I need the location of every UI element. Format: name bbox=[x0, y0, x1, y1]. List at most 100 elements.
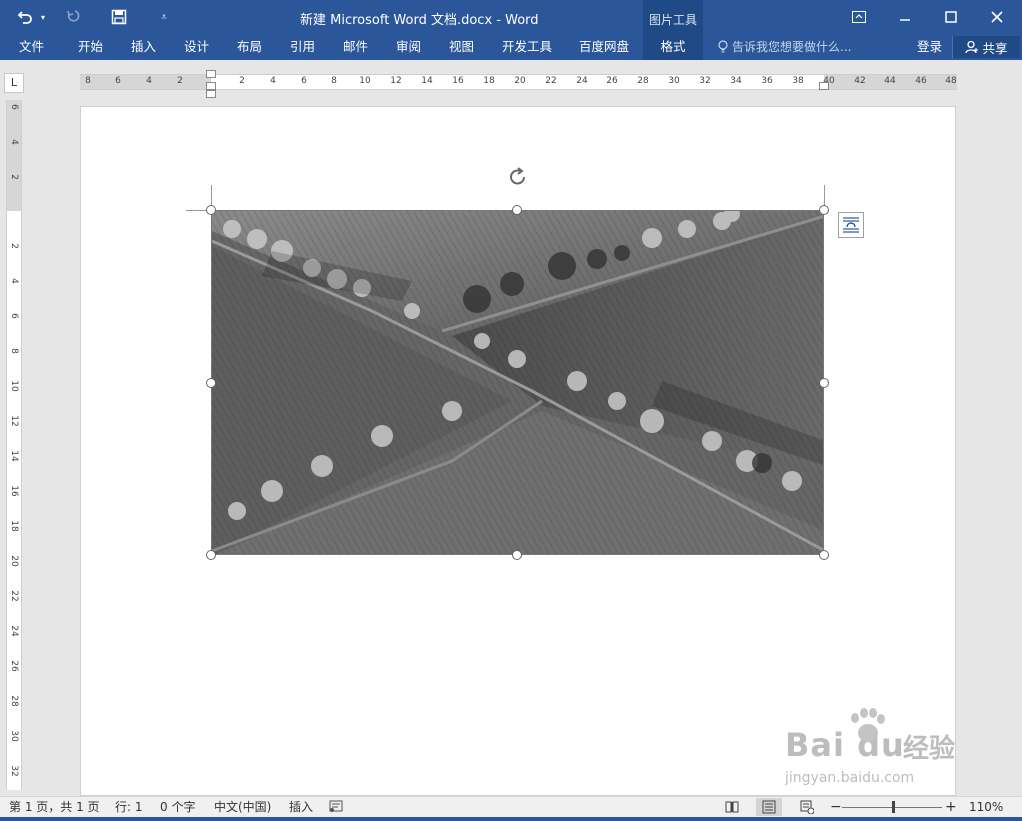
watermark-url: jingyan.baidu.com bbox=[785, 770, 915, 786]
maximize-button[interactable] bbox=[928, 0, 974, 34]
web-layout-icon bbox=[800, 800, 814, 814]
insert-mode-indicator[interactable]: 插入 bbox=[289, 799, 313, 816]
minimize-icon bbox=[900, 19, 910, 21]
share-button[interactable]: 共享 bbox=[952, 36, 1020, 58]
resize-handle-bottom-left[interactable] bbox=[206, 550, 216, 560]
status-bar: 第 1 页，共 1 页 行: 1 0 个字 中文(中国) 插入 − + 110% bbox=[0, 796, 1022, 817]
ruler-number: 14 bbox=[9, 450, 19, 462]
ruler-number: 30 bbox=[668, 76, 680, 86]
tab-format[interactable]: 格式 bbox=[643, 34, 703, 60]
tell-me-placeholder: 告诉我您想要做什么... bbox=[732, 40, 852, 54]
ruler-number: 12 bbox=[390, 76, 402, 86]
watermark-brand: 经验 bbox=[903, 734, 956, 764]
ruler-number: 8 bbox=[331, 76, 337, 86]
first-line-indent-marker[interactable] bbox=[206, 70, 216, 78]
tab-baidu-netdisk[interactable]: 百度网盘 bbox=[579, 34, 629, 60]
window-title: 新建 Microsoft Word 文档.docx - Word bbox=[300, 13, 539, 28]
resize-handle-right[interactable] bbox=[819, 378, 829, 388]
zoom-slider-thumb[interactable] bbox=[892, 801, 895, 813]
ruler-number: 6 bbox=[115, 76, 121, 86]
left-indent-marker[interactable] bbox=[206, 90, 216, 98]
tab-references[interactable]: 引用 bbox=[290, 34, 315, 60]
inserted-picture[interactable] bbox=[211, 210, 824, 555]
tab-insert[interactable]: 插入 bbox=[131, 34, 156, 60]
resize-handle-bottom-right[interactable] bbox=[819, 550, 829, 560]
ruler-number: 24 bbox=[576, 76, 588, 86]
ribbon-tabs: 文件 开始 插入 设计 布局 引用 邮件 审阅 视图 开发工具 百度网盘 格式 … bbox=[0, 34, 1022, 60]
tab-stop-selector[interactable]: L bbox=[4, 73, 24, 93]
ruler-number: 28 bbox=[637, 76, 649, 86]
ruler-number: 22 bbox=[545, 76, 557, 86]
tab-home[interactable]: 开始 bbox=[78, 34, 103, 60]
tell-me-search[interactable]: 告诉我您想要做什么... bbox=[718, 34, 851, 60]
rotate-handle[interactable] bbox=[506, 166, 530, 188]
ruler-number: 4 bbox=[9, 139, 19, 145]
word-count[interactable]: 0 个字 bbox=[160, 799, 195, 816]
ruler-number: 48 bbox=[945, 76, 957, 86]
ruler-number: 32 bbox=[9, 765, 19, 777]
ruler-number: 2 bbox=[9, 243, 19, 249]
undo-button[interactable] bbox=[14, 6, 36, 28]
save-button[interactable] bbox=[108, 6, 130, 28]
tab-layout[interactable]: 布局 bbox=[237, 34, 262, 60]
book-icon bbox=[725, 801, 739, 813]
zoom-in-button[interactable]: + bbox=[945, 799, 957, 816]
resize-handle-top[interactable] bbox=[512, 205, 522, 215]
macro-icon bbox=[329, 800, 343, 812]
ruler-number: 4 bbox=[146, 76, 152, 86]
resize-handle-left[interactable] bbox=[206, 378, 216, 388]
read-mode-button[interactable] bbox=[719, 798, 745, 816]
tab-design[interactable]: 设计 bbox=[184, 34, 209, 60]
ruler-number: 46 bbox=[915, 76, 927, 86]
ruler-number: 2 bbox=[9, 174, 19, 180]
web-layout-button[interactable] bbox=[794, 798, 820, 816]
ruler-number: 20 bbox=[9, 555, 19, 567]
ruler-number: 6 bbox=[9, 313, 19, 319]
ruler-number: 10 bbox=[359, 76, 371, 86]
redo-button[interactable] bbox=[62, 6, 84, 28]
title-bar: ▾ ⩡ 新建 Microsoft Word 文档.docx - Word 图片工… bbox=[0, 0, 1022, 34]
resize-handle-bottom[interactable] bbox=[512, 550, 522, 560]
lightbulb-icon bbox=[718, 40, 728, 53]
resize-handle-top-left[interactable] bbox=[206, 205, 216, 215]
close-icon bbox=[991, 11, 1003, 23]
customize-dropdown-icon: ⩡ bbox=[161, 11, 167, 23]
baidu-jingyan-watermark: Bai du 经验 jingyan.baidu.com bbox=[785, 708, 985, 794]
tab-mailings[interactable]: 邮件 bbox=[343, 34, 368, 60]
ruler-number: 32 bbox=[699, 76, 711, 86]
ribbon-display-options-button[interactable] bbox=[836, 0, 882, 34]
layout-options-button[interactable] bbox=[838, 212, 864, 238]
close-button[interactable] bbox=[974, 0, 1020, 34]
customize-qat-button[interactable]: ⩡ bbox=[156, 6, 172, 28]
window-bottom-border bbox=[0, 817, 1022, 821]
page-count[interactable]: 第 1 页，共 1 页 bbox=[9, 799, 100, 816]
tab-view[interactable]: 视图 bbox=[449, 34, 474, 60]
tab-file[interactable]: 文件 bbox=[19, 34, 44, 60]
vertical-ruler[interactable]: 6 4 2 2 4 6 8 10 12 14 16 18 20 22 24 26… bbox=[6, 100, 22, 790]
language-indicator[interactable]: 中文(中国) bbox=[214, 799, 271, 816]
tab-review[interactable]: 审阅 bbox=[396, 34, 421, 60]
right-indent-marker[interactable] bbox=[819, 82, 829, 90]
save-icon bbox=[111, 9, 127, 25]
aerial-fields-photo bbox=[212, 211, 823, 554]
undo-dropdown-button[interactable]: ▾ bbox=[38, 6, 48, 28]
minimize-button[interactable] bbox=[882, 0, 928, 34]
resize-handle-top-right[interactable] bbox=[819, 205, 829, 215]
tab-developer[interactable]: 开发工具 bbox=[502, 34, 552, 60]
zoom-out-button[interactable]: − bbox=[830, 799, 842, 816]
person-icon bbox=[965, 40, 979, 54]
hanging-indent-marker[interactable] bbox=[206, 82, 216, 90]
login-link[interactable]: 登录 bbox=[917, 34, 942, 60]
ruler-number: 14 bbox=[421, 76, 433, 86]
zoom-level[interactable]: 110% bbox=[969, 799, 1003, 816]
picture-tools-context-label: 图片工具 bbox=[643, 0, 703, 34]
share-label: 共享 bbox=[982, 40, 1008, 56]
ruler-number: 26 bbox=[606, 76, 618, 86]
ruler-number: 34 bbox=[730, 76, 742, 86]
ruler-number: 6 bbox=[9, 104, 19, 110]
macro-recording-button[interactable] bbox=[329, 799, 343, 816]
print-layout-button[interactable] bbox=[756, 798, 782, 816]
ruler-number: 18 bbox=[9, 520, 19, 532]
line-number: 行: 1 bbox=[115, 800, 143, 814]
maximize-icon bbox=[945, 11, 957, 23]
